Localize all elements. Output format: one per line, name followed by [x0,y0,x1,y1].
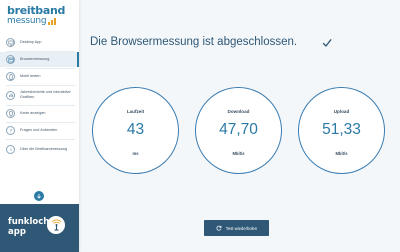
gauge-label: Laufzeit [126,109,145,114]
gauge-value: 51,33 [322,121,361,138]
info-icon: i [6,144,15,154]
sidebar-item-label: Desktop App [20,40,42,45]
arrow-down-icon [37,194,41,199]
refresh-icon [216,225,222,231]
page-title: Die Browsermessung ist abgeschlossen. [90,36,298,48]
sidebar: breitband messung Desktop App Browsermes… [0,0,79,252]
breitbandmessung-logo[interactable]: breitband messung [7,5,73,29]
chart-icon [6,90,15,100]
gauge-unit: Mbit/s [335,151,348,156]
gauge-label: Upload [333,109,350,114]
gauge-value: 43 [126,121,145,138]
gauge-unit: Mbit/s [232,151,245,156]
sidebar-item-label: Jahresberichte und interaktive Grafiken [20,90,71,99]
sidebar-item-mobil-testen[interactable]: Mobil testen [0,69,79,84]
funkloch-app-banner[interactable]: funkloch- app [0,204,79,252]
latency-gauge: Laufzeit 43 ms [92,87,179,174]
browser-icon [6,55,15,64]
download-gauge: Download 47,70 Mbit/s [195,87,282,174]
retry-label: Test wiederholen [225,225,258,231]
upload-gauge: Upload 51,33 Mbit/s [298,87,385,174]
mobile-icon [6,72,15,81]
sidebar-item-desktop-app[interactable]: Desktop App [0,35,79,50]
sidebar-item-label: Browsermessung [20,57,50,62]
sidebar-item-label: Karte anzeigen [20,111,46,116]
funkloch-line2: app [8,226,26,237]
question-icon: ? [6,126,15,135]
svg-text:i: i [10,147,12,152]
sidebar-item-label: Über die Breitbandmessung [20,146,68,151]
funkloch-logo-icon [47,216,65,234]
sidebar-item-karte[interactable]: Karte anzeigen [0,106,79,121]
gauge-label: Download [227,109,250,114]
sidebar-item-ueber[interactable]: i Über die Breitbandmessung [0,140,79,158]
retry-test-button[interactable]: Test wiederholen [204,220,269,236]
map-icon [6,109,15,118]
sidebar-item-label: Mobil testen [20,74,41,79]
sidebar-nav: Desktop App Browsermessung Mobil testen … [0,35,79,159]
signal-bars-icon [48,17,57,25]
logo-text-top: breitband [7,4,66,17]
desktop-icon [6,38,15,47]
sidebar-item-label: Fragen und Antworten [20,128,58,133]
checkmark-icon [322,39,332,47]
sidebar-item-jahresberichte[interactable]: Jahresberichte und interaktive Grafiken [0,86,79,104]
gauge-value: 47,70 [219,121,258,138]
logo-text-bottom: messung [7,16,47,26]
svg-text:?: ? [9,128,12,133]
gauge-unit: ms [132,151,139,156]
sidebar-item-faq[interactable]: ? Fragen und Antworten [0,123,79,138]
scroll-down-button[interactable] [34,191,44,201]
sidebar-item-browsermessung[interactable]: Browsermessung [0,52,79,67]
